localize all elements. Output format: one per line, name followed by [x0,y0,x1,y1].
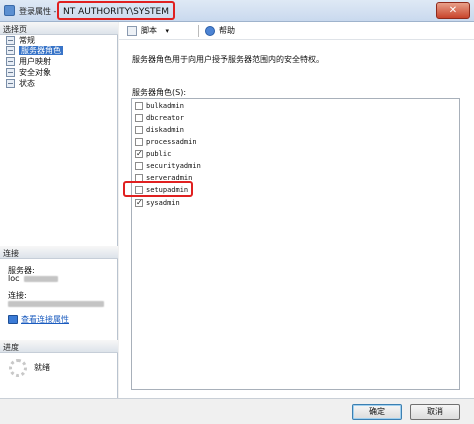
help-label: 帮助 [219,26,235,35]
sysadmin-highlight [123,181,193,197]
connection-properties-icon [8,315,18,324]
role-name: public [146,150,172,158]
page-icon [6,57,15,66]
page-item-label: 用户映射 [19,57,51,66]
role-checkbox[interactable] [135,148,143,159]
login-name-title: NT AUTHORITY\SYSTEM [57,1,175,20]
role-checkbox[interactable] [135,114,143,122]
chevron-down-icon: ▾ [165,27,170,35]
role-checkbox[interactable] [135,102,143,110]
app-icon [4,5,15,16]
page-item-user-mapping[interactable]: 用户映射 [5,56,51,67]
progress-spinner-icon [9,359,27,377]
role-item-securityadmin[interactable]: securityadmin [134,161,201,172]
role-item-processadmin[interactable]: processadmin [134,137,197,148]
progress-header: 进度 [0,340,118,353]
cancel-button[interactable]: 取消 [410,404,460,420]
role-name: dbcreator [146,114,184,122]
dialog-button-bar: 确定 取消 [0,398,474,424]
role-checkbox[interactable] [135,126,143,134]
page-item-label: 状态 [19,79,35,88]
close-icon[interactable]: ✕ [436,2,470,19]
role-item-dbcreator[interactable]: dbcreator [134,113,184,124]
role-name: sysadmin [146,199,180,207]
page-icon [6,68,15,77]
page-icon [6,46,15,55]
role-item-bulkadmin[interactable]: bulkadmin [134,101,184,112]
server-roles-label: 服务器角色(S): [132,88,187,97]
role-item-diskadmin[interactable]: diskadmin [134,125,184,136]
page-item-securables[interactable]: 安全对象 [5,67,51,78]
role-name: diskadmin [146,126,184,134]
progress-status: 就绪 [34,363,50,372]
main-panel: 脚本 ▾ 帮助 服务器角色用于向用户授予服务器范围内的安全特权。 服务器角色(S… [119,22,474,398]
page-item-label: 常规 [19,36,35,45]
page-item-label: 服务器角色 [19,46,63,55]
page-description: 服务器角色用于向用户授予服务器范围内的安全特权。 [132,55,324,64]
script-label: 脚本 [141,26,157,35]
role-checkbox[interactable] [135,162,143,170]
role-item-sysadmin[interactable]: sysadmin [134,197,180,209]
help-button[interactable]: 帮助 [205,25,235,37]
page-icon [6,79,15,88]
script-icon [127,26,137,36]
page-item-label: 安全对象 [19,68,51,77]
redacted-connection-name [8,301,104,307]
role-name: securityadmin [146,162,201,170]
script-button[interactable]: 脚本 ▾ [127,25,169,37]
left-panel: 选择页 常规 服务器角色 用户映射 安全对象 状态 连接 服务器: loc 连接… [0,22,118,398]
toolbar: 脚本 ▾ 帮助 [119,22,474,40]
redacted-server-name [24,276,58,282]
page-item-status[interactable]: 状态 [5,78,35,89]
toolbar-separator [198,25,199,37]
role-name: bulkadmin [146,102,184,110]
help-icon [205,26,215,36]
page-icon [6,36,15,45]
role-name: processadmin [146,138,197,146]
title-bar: 登录属性 - NT AUTHORITY\SYSTEM ✕ [0,0,474,22]
role-checkbox[interactable] [135,197,143,208]
ok-button[interactable]: 确定 [352,404,402,420]
server-roles-list: bulkadmin dbcreator diskadmin processadm… [131,98,460,390]
role-checkbox[interactable] [135,138,143,146]
connection-label: 连接: [8,291,27,300]
window-title: 登录属性 - [19,7,57,16]
server-value: loc [8,274,20,283]
page-item-server-roles[interactable]: 服务器角色 [5,45,63,56]
connection-header: 连接 [0,246,118,259]
view-connection-properties-label: 查看连接属性 [21,315,69,324]
view-connection-properties-link[interactable]: 查看连接属性 [8,314,69,325]
select-page-header: 选择页 [0,22,118,35]
role-item-public[interactable]: public [134,148,172,160]
